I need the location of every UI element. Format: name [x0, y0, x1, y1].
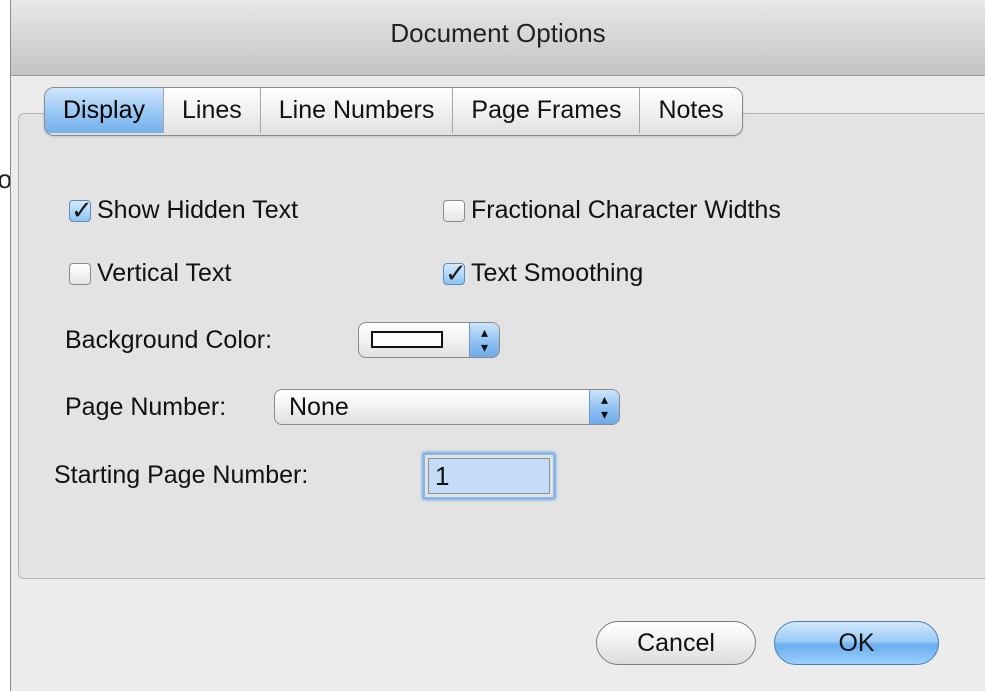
text-smoothing-checkbox[interactable]: ✓ Text Smoothing [443, 257, 644, 288]
checkbox-unchecked-icon [443, 199, 465, 222]
window-title: Document Options [390, 18, 606, 48]
fractional-character-widths-checkbox[interactable]: Fractional Character Widths [443, 196, 781, 225]
vertical-text-label: Vertical Text [97, 259, 232, 287]
page-number-popup[interactable]: None ▴ ▾ [274, 389, 620, 425]
page-number-value: None [289, 393, 349, 421]
tab-page-frames[interactable]: Page Frames [452, 88, 639, 133]
stepper-arrows-icon: ▴ ▾ [589, 390, 619, 424]
tab-display[interactable]: Display [45, 88, 163, 133]
tab-lines[interactable]: Lines [162, 88, 260, 133]
tab-notes[interactable]: Notes [639, 88, 741, 133]
starting-page-number-field-focus-ring [422, 452, 556, 500]
background-color-label: Background Color: [65, 326, 273, 354]
checkbox-checked-icon: ✓ [69, 194, 93, 225]
vertical-text-checkbox[interactable]: Vertical Text [69, 259, 231, 288]
text-smoothing-label: Text Smoothing [471, 259, 644, 287]
stepper-arrows-icon: ▴ ▾ [469, 323, 499, 357]
page-number-label: Page Number: [65, 393, 227, 421]
background-color-popup[interactable]: ▴ ▾ [358, 322, 500, 358]
ok-button[interactable]: OK [774, 621, 939, 665]
tab-line-numbers[interactable]: Line Numbers [259, 88, 453, 133]
show-hidden-text-label: Show Hidden Text [97, 196, 299, 224]
fractional-character-widths-label: Fractional Character Widths [471, 196, 781, 224]
color-swatch [371, 331, 443, 348]
document-options-dialog: Document Options Display Lines Line Numb… [10, 0, 985, 691]
checkbox-checked-icon: ✓ [443, 257, 467, 288]
title-bar[interactable]: Document Options [11, 0, 985, 76]
cancel-button[interactable]: Cancel [596, 621, 756, 665]
starting-page-number-label: Starting Page Number: [54, 461, 309, 489]
starting-page-number-input[interactable] [428, 458, 550, 494]
show-hidden-text-checkbox[interactable]: ✓ Show Hidden Text [69, 194, 299, 225]
tab-bar: Display Lines Line Numbers Page Frames N… [44, 87, 743, 136]
checkbox-unchecked-icon [69, 262, 91, 285]
